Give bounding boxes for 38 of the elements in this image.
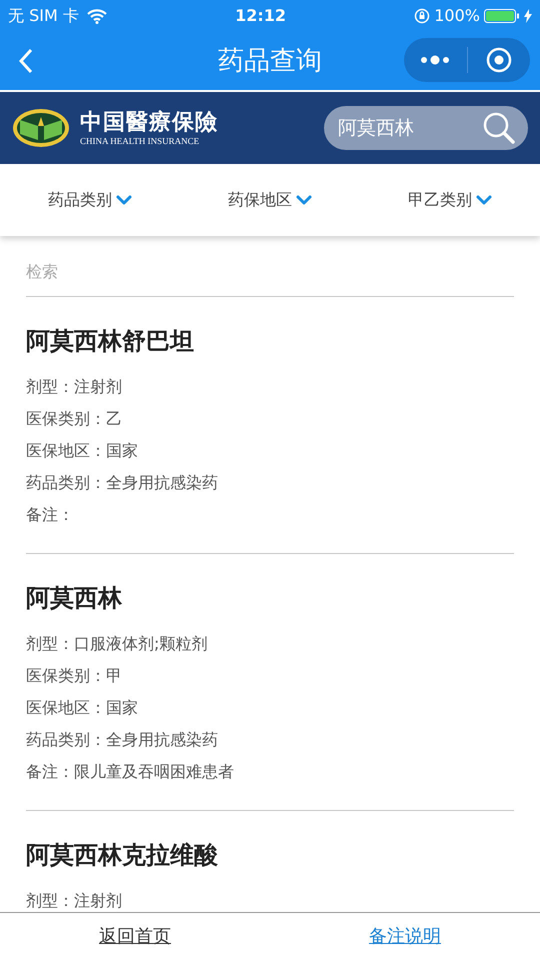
charging-icon (524, 9, 532, 23)
search-label: 检索 (26, 262, 58, 281)
search-icon (482, 111, 516, 145)
chevron-down-icon (476, 195, 492, 205)
more-dots-icon (420, 55, 450, 65)
drug-detail: 药品类别：全身用抗感染药 (26, 472, 219, 494)
drug-detail: 医保地区：国家 (26, 440, 139, 462)
filter-dropdown[interactable]: 甲乙类别 (408, 188, 492, 212)
drug-name: 阿莫西林克拉维酸 (26, 840, 219, 871)
chevron-down-icon (296, 195, 312, 205)
drug-detail: 医保地区：国家 (26, 697, 139, 719)
search-value: 阿莫西林 (338, 116, 414, 141)
drug-detail: 医保类别：乙 (26, 408, 123, 430)
bottom-link[interactable]: 备注说明 (369, 923, 441, 950)
insurance-emblem-icon (12, 108, 70, 148)
drug-detail: 备注： (26, 504, 75, 526)
drug-detail: 剂型：注射剂 (26, 890, 123, 912)
logo-subtitle: CHINA HEALTH INSURANCE (80, 135, 200, 147)
bottom-link[interactable]: 返回首页 (99, 923, 171, 950)
drug-detail: 药品类别：全身用抗感染药 (26, 729, 219, 751)
logo-title: 中国醫療保險 (80, 109, 218, 135)
clock-text: 12:12 (235, 5, 286, 27)
drug-detail: 备注：限儿童及吞咽困难患者 (26, 761, 235, 783)
battery-percent-text: 100% (434, 5, 480, 27)
drug-name: 阿莫西林舒巴坦 (26, 326, 195, 357)
chevron-down-icon (116, 195, 132, 205)
page-title: 药品查询 (218, 44, 322, 78)
rotation-lock-icon (414, 8, 430, 24)
wifi-icon (86, 8, 107, 24)
carrier-text: 无 SIM 卡 (8, 5, 79, 27)
target-circle-icon (486, 47, 512, 73)
battery-icon (484, 9, 520, 23)
drug-detail: 剂型：注射剂 (26, 376, 123, 398)
filter-dropdown[interactable]: 药保地区 (228, 188, 312, 212)
drug-name: 阿莫西林 (26, 583, 124, 614)
drug-detail: 医保类别：甲 (26, 665, 123, 687)
filter-dropdown[interactable]: 药品类别 (48, 188, 132, 212)
drug-detail: 剂型：口服液体剂;颗粒剂 (26, 633, 208, 655)
